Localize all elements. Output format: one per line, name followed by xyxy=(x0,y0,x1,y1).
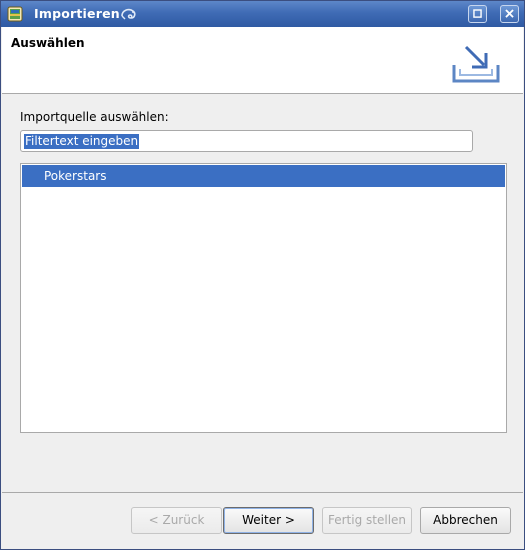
page-title: Auswählen xyxy=(11,36,85,50)
filter-text-selected: Filtertext eingeben xyxy=(24,134,140,149)
close-button[interactable] xyxy=(500,5,519,23)
cancel-button[interactable]: Abbrechen xyxy=(420,507,511,534)
close-icon xyxy=(505,9,514,18)
maximize-icon xyxy=(473,9,482,18)
suse-chameleon-icon xyxy=(121,8,136,20)
app-icon xyxy=(7,6,23,22)
list-item-label: Pokerstars xyxy=(44,169,107,183)
import-wizard-icon xyxy=(452,45,500,83)
import-dialog: Importieren Auswählen Importquelle auswä… xyxy=(0,0,525,550)
finish-button[interactable]: Fertig stellen xyxy=(322,507,412,534)
wizard-header: Auswählen xyxy=(2,27,523,94)
window-title: Importieren xyxy=(34,6,120,21)
next-button[interactable]: Weiter > xyxy=(223,507,314,534)
maximize-button[interactable] xyxy=(468,5,487,23)
import-source-label: Importquelle auswählen: xyxy=(20,110,169,124)
filter-input[interactable]: Filtertext eingeben xyxy=(20,130,473,152)
back-button[interactable]: < Zurück xyxy=(131,507,222,534)
import-source-list[interactable]: Pokerstars xyxy=(20,163,507,433)
footer-divider xyxy=(2,492,523,493)
title-bar[interactable]: Importieren xyxy=(1,1,524,27)
list-item-pokerstars[interactable]: Pokerstars xyxy=(22,165,505,187)
